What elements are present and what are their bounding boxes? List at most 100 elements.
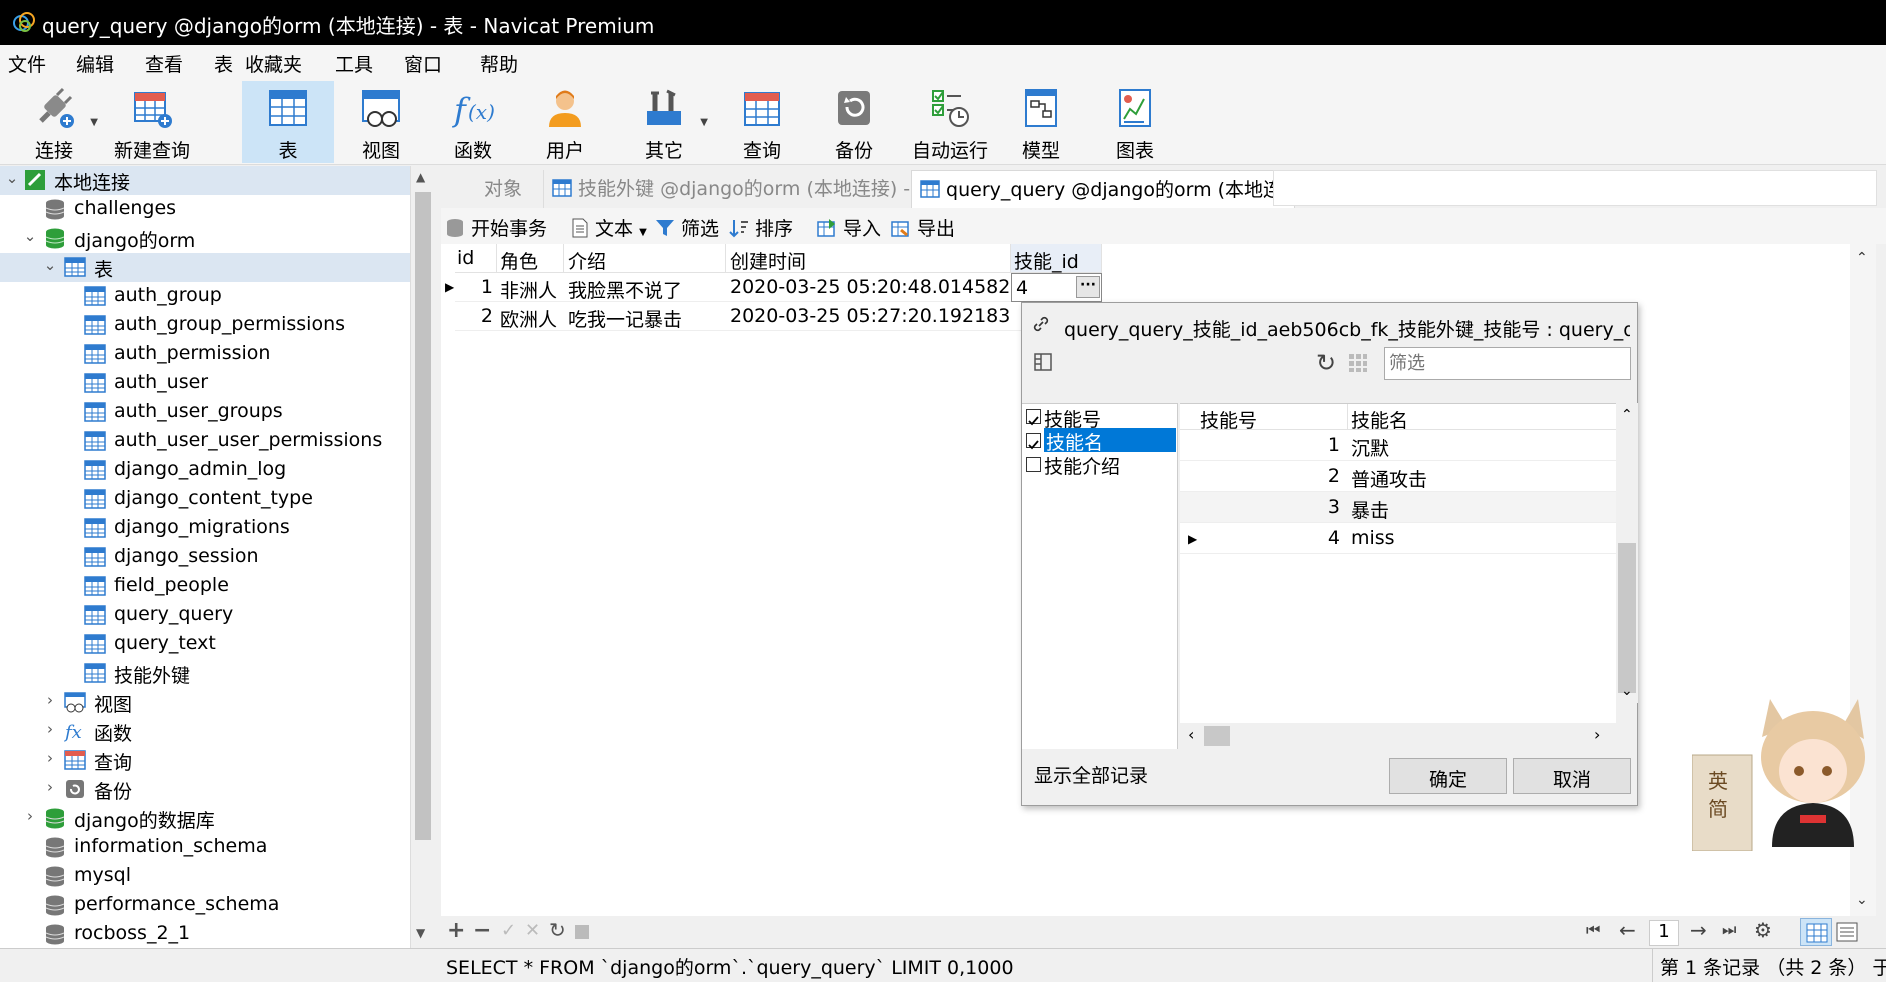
- column-header[interactable]: id: [455, 244, 497, 273]
- lookup-hscroll-thumb[interactable]: [1204, 726, 1230, 746]
- export-button[interactable]: 导出: [891, 214, 955, 241]
- grid-cell[interactable]: 欧洲人: [497, 302, 564, 331]
- text-button[interactable]: 文本 ▼: [571, 214, 647, 241]
- checkbox[interactable]: [1026, 433, 1041, 450]
- field-item-selected[interactable]: 技能名: [1022, 428, 1176, 454]
- cancel-button[interactable]: 取消: [1513, 758, 1631, 794]
- tree-table-item[interactable]: auth_permission: [0, 340, 410, 369]
- scroll-down-icon[interactable]: ▼: [416, 926, 425, 940]
- tree-connection[interactable]: ⌄ 本地连接: [0, 166, 410, 195]
- next-page-icon[interactable]: →: [1690, 918, 1707, 942]
- menu-table[interactable]: 表: [214, 50, 233, 77]
- previous-page-icon[interactable]: ←: [1619, 918, 1636, 942]
- settings-icon[interactable]: ⚙: [1754, 918, 1772, 942]
- tree-table-item[interactable]: query_query: [0, 601, 410, 630]
- tree-table-item[interactable]: query_text: [0, 630, 410, 659]
- refresh-icon[interactable]: ↻: [549, 918, 566, 942]
- lookup-row[interactable]: 4 miss: [1180, 523, 1616, 554]
- tree-scroll-thumb[interactable]: [415, 192, 431, 840]
- scroll-up-icon[interactable]: ⌃: [1856, 250, 1868, 266]
- scroll-down-icon[interactable]: ⌄: [1621, 683, 1633, 699]
- filter-input[interactable]: [1384, 347, 1631, 380]
- stop-icon[interactable]: [575, 925, 589, 939]
- add-record-icon[interactable]: +: [447, 918, 465, 943]
- grid-view-button[interactable]: [1800, 918, 1832, 946]
- tree-table-item[interactable]: auth_user: [0, 369, 410, 398]
- column-header[interactable]: 创建时间: [726, 244, 1011, 273]
- model-button[interactable]: 模型: [995, 81, 1087, 163]
- menu-favorites[interactable]: 收藏夹: [245, 50, 302, 77]
- expand-icon[interactable]: ›: [42, 691, 58, 709]
- new-query-button[interactable]: 新建查询: [106, 81, 198, 163]
- grid-cell[interactable]: 我脸黑不说了: [564, 273, 726, 302]
- tree-db-challenges[interactable]: challenges: [0, 195, 410, 224]
- tree-table-item[interactable]: django_session: [0, 543, 410, 572]
- tree-db-django-orm[interactable]: ⌄ django的orm: [0, 224, 410, 253]
- auto-run-button[interactable]: 自动运行: [900, 81, 1000, 163]
- tree-scrollbar[interactable]: ▲ ▼: [410, 166, 435, 948]
- expand-icon[interactable]: ›: [22, 807, 38, 825]
- column-header[interactable]: 技能名: [1351, 406, 1408, 433]
- tree-folder-queries[interactable]: › 查询: [0, 746, 410, 775]
- tree-db-item[interactable]: information_schema: [0, 833, 410, 862]
- scroll-up-icon[interactable]: ▲: [416, 170, 425, 184]
- tree-folder-tables[interactable]: ⌄ 表: [0, 253, 410, 282]
- grid-view-icon[interactable]: [1348, 353, 1368, 373]
- tree-folder-functions[interactable]: › fx 函数: [0, 717, 410, 746]
- tree-table-item[interactable]: auth_user_user_permissions: [0, 427, 410, 456]
- tree-db-item[interactable]: performance_schema: [0, 891, 410, 920]
- grid-cell[interactable]: 非洲人: [497, 273, 564, 302]
- import-button[interactable]: 导入: [817, 214, 881, 241]
- tree-table-item[interactable]: auth_user_groups: [0, 398, 410, 427]
- lookup-row[interactable]: 3 暴击: [1180, 492, 1616, 523]
- mascot-widget[interactable]: 英 简: [1691, 697, 1886, 852]
- field-item[interactable]: 技能号: [1022, 404, 1176, 431]
- tree-table-item[interactable]: django_content_type: [0, 485, 410, 514]
- sort-button[interactable]: 排序: [729, 214, 793, 241]
- menu-view[interactable]: 查看: [145, 50, 183, 77]
- text-dropdown-icon[interactable]: ▼: [639, 227, 647, 238]
- filter-button[interactable]: 筛选: [655, 214, 719, 241]
- menu-window[interactable]: 窗口: [404, 50, 442, 77]
- begin-transaction-button[interactable]: 开始事务: [445, 214, 547, 241]
- columns-toggle-icon[interactable]: [1034, 353, 1052, 371]
- checkbox[interactable]: [1026, 409, 1041, 426]
- apply-changes-icon[interactable]: ✓: [501, 920, 516, 941]
- backup-button[interactable]: 备份: [808, 81, 900, 163]
- collapse-icon[interactable]: ⌄: [42, 256, 58, 274]
- lookup-hscroll[interactable]: ‹ ›: [1180, 723, 1616, 749]
- tree-db-item[interactable]: › django的数据库: [0, 804, 410, 833]
- tree-folder-backups[interactable]: › 备份: [0, 775, 410, 804]
- query-button[interactable]: 查询: [716, 81, 808, 163]
- grid-cell-editing[interactable]: 4 ···: [1011, 273, 1102, 302]
- form-view-button[interactable]: [1836, 922, 1858, 947]
- expand-icon[interactable]: ›: [42, 749, 58, 767]
- tree-folder-views[interactable]: › 视图: [0, 688, 410, 717]
- view-button[interactable]: 视图: [335, 81, 427, 163]
- foreign-key-lookup-button[interactable]: ···: [1076, 276, 1100, 298]
- tab-objects[interactable]: 对象: [455, 170, 551, 208]
- column-header[interactable]: 技能号: [1200, 406, 1257, 433]
- menu-file[interactable]: 文件: [8, 50, 46, 77]
- grid-cell[interactable]: 1: [455, 273, 497, 302]
- column-header[interactable]: 角色: [497, 244, 564, 273]
- collapse-icon[interactable]: ⌄: [4, 169, 20, 187]
- scroll-right-icon[interactable]: ›: [1594, 725, 1600, 744]
- connect-button[interactable]: ▼ 连接: [8, 81, 100, 163]
- function-button[interactable]: f (x) 函数: [427, 81, 519, 163]
- grid-cell[interactable]: 2020-03-25 05:20:48.014582: [726, 273, 1011, 302]
- tree-table-item[interactable]: django_migrations: [0, 514, 410, 543]
- collapse-icon[interactable]: ⌄: [22, 227, 38, 245]
- user-button[interactable]: 用户: [519, 81, 611, 163]
- table-button[interactable]: 表: [242, 81, 334, 163]
- menu-edit[interactable]: 编辑: [76, 50, 114, 77]
- grid-cell[interactable]: 吃我一记暴击: [564, 302, 726, 331]
- scroll-down-icon[interactable]: ⌄: [1856, 892, 1868, 908]
- show-all-records-link[interactable]: 显示全部记录: [1034, 761, 1148, 788]
- tree-table-item[interactable]: field_people: [0, 572, 410, 601]
- column-header[interactable]: 技能_id: [1011, 244, 1102, 273]
- chart-button[interactable]: 图表: [1089, 81, 1181, 163]
- grid-cell[interactable]: 2: [455, 302, 497, 331]
- tree-table-item[interactable]: 技能外键: [0, 659, 410, 688]
- refresh-icon[interactable]: ↻: [1316, 349, 1336, 377]
